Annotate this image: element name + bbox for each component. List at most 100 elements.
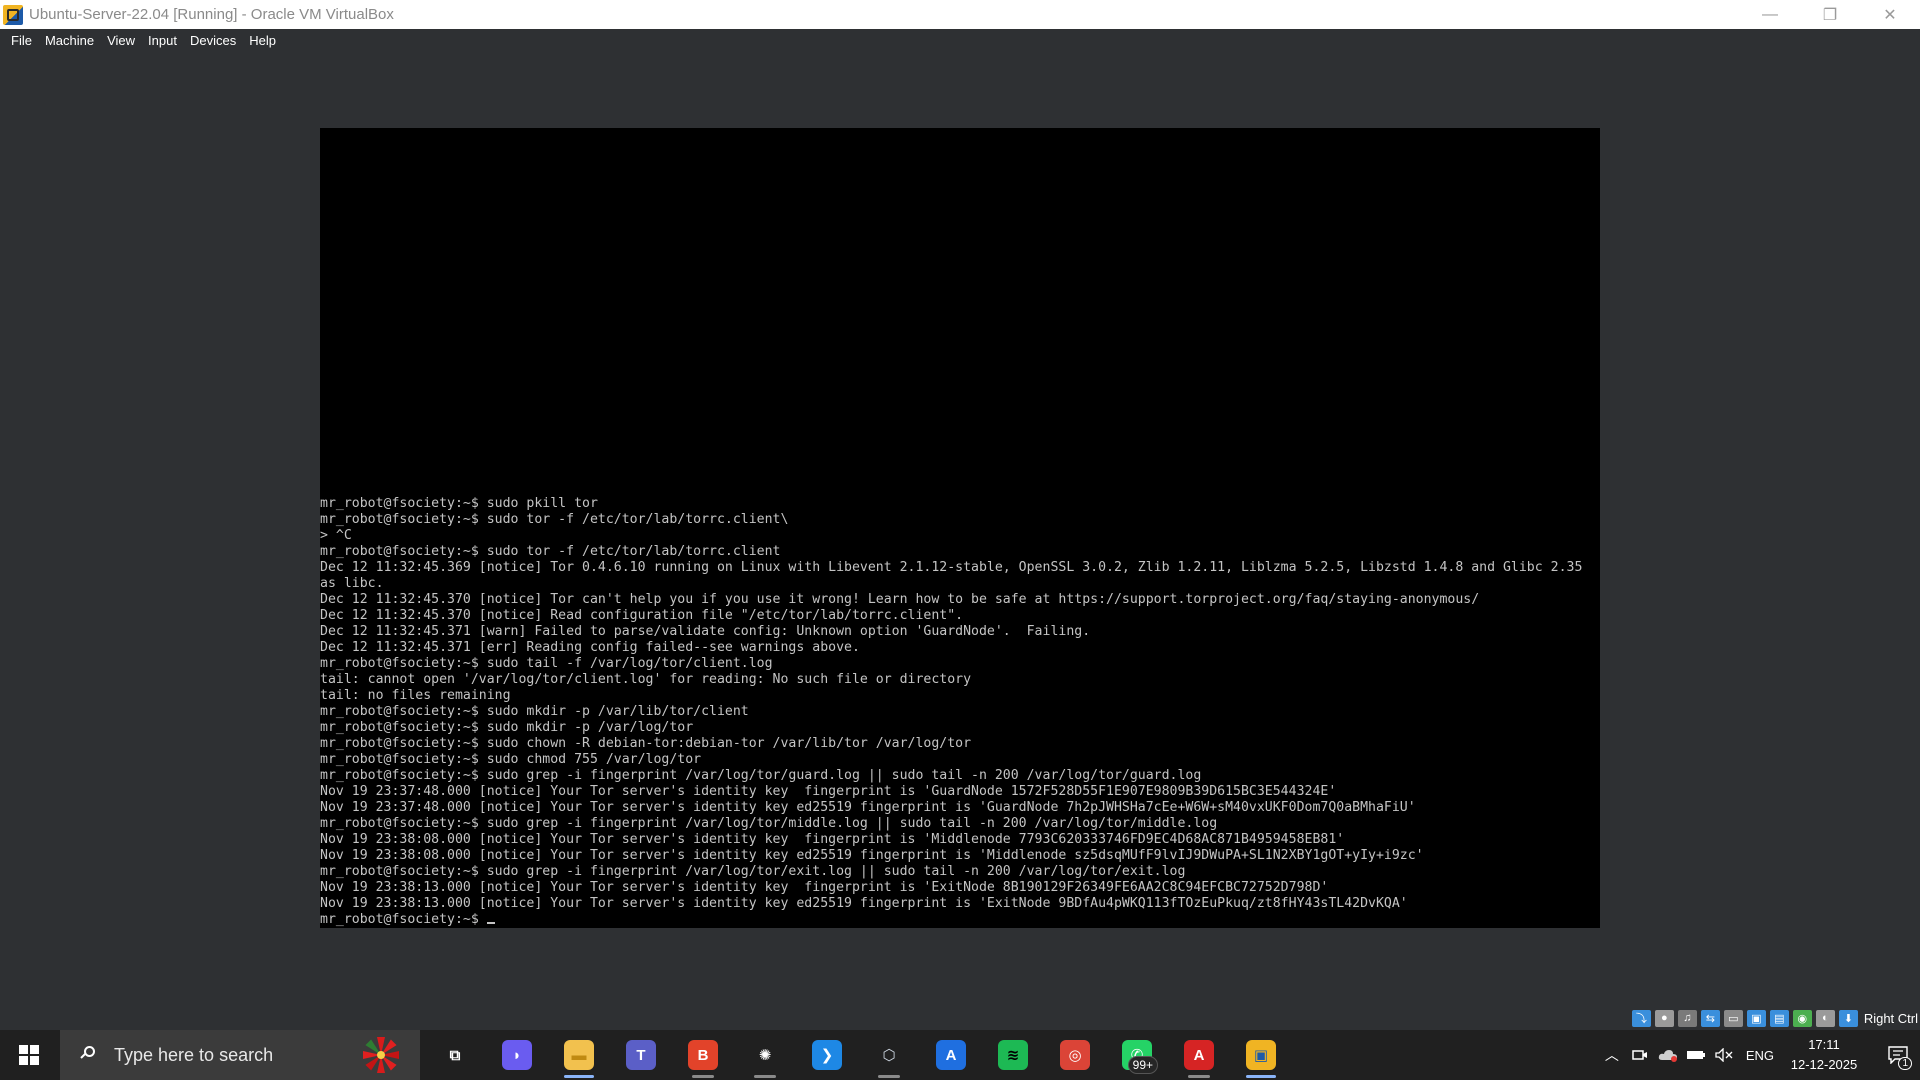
console-line: Dec 12 11:32:45.370 [notice] Tor can't h… [320, 592, 1480, 607]
taskbar-app-virtualbox-vm[interactable]: ▣ [1230, 1030, 1292, 1080]
task-view-icon: ⧉ [449, 1046, 461, 1064]
console-line: > ^C [320, 528, 352, 543]
terminal-console[interactable]: mr_robot@fsociety:~$ sudo pkill tor mr_ro… [320, 496, 1600, 928]
taskbar-app-whatsapp[interactable]: ✆99+ [1106, 1030, 1168, 1080]
copilot-icon: ◗ [502, 1040, 532, 1070]
clock-date: 12-12-2025 [1790, 1057, 1858, 1072]
hard-disk-icon[interactable]: ⤵ [1631, 1009, 1651, 1027]
search-placeholder: Type here to search [114, 1044, 274, 1065]
minimize-button[interactable]: — [1740, 0, 1800, 29]
console-line: Nov 19 23:37:48.000 [notice] Your Tor se… [320, 800, 1416, 815]
audio-icon[interactable]: ♫ [1677, 1009, 1697, 1027]
window-title-bar[interactable]: Ubuntu-Server-22.04 [Running] - Oracle V… [0, 0, 1920, 29]
show-hidden-icons-chevron-icon[interactable]: ︿ [1600, 1030, 1624, 1080]
spotify-icon: ≋ [998, 1040, 1028, 1070]
host-key-label: Right Ctrl [1863, 1010, 1918, 1026]
console-line: tail: cannot open '/var/log/tor/client.l… [320, 672, 972, 687]
console-line: mr_robot@fsociety:~$ sudo tor -f /etc/to… [320, 544, 781, 559]
app-store-icon: A [936, 1040, 966, 1070]
console-line: mr_robot@fsociety:~$ sudo grep -i finger… [320, 816, 1218, 831]
teams-icon: T [626, 1040, 656, 1070]
acrobat-icon: A [1184, 1040, 1214, 1070]
recording-icon[interactable]: ◉ [1792, 1009, 1812, 1027]
poinsettia-icon [363, 1037, 399, 1073]
console-line: as libc. [320, 576, 384, 591]
vscode-icon: ❯ [812, 1040, 842, 1070]
menu-input[interactable]: Input [143, 33, 185, 48]
virtualbox-icon: ⬡ [882, 1047, 896, 1064]
taskbar-app-file-explorer[interactable]: ▬ [548, 1030, 610, 1080]
console-line: Dec 12 11:32:45.371 [err] Reading config… [320, 640, 860, 655]
taskbar-app-acrobat[interactable]: A [1168, 1030, 1230, 1080]
menu-machine[interactable]: Machine [40, 33, 102, 48]
system-tray: ︿ ENG 17:11 12-12-2025 1 [1598, 1030, 1920, 1080]
console-line: tail: no files remaining [320, 688, 511, 703]
keyboard-capture-icon[interactable]: ⬇ [1838, 1009, 1858, 1027]
close-button[interactable]: ✕ [1860, 0, 1920, 29]
virtualbox-vm-icon: ▣ [1246, 1040, 1276, 1070]
menu-file[interactable]: File [6, 33, 40, 48]
console-line: mr_robot@fsociety:~$ sudo chmod 755 /var… [320, 752, 702, 767]
console-line: mr_robot@fsociety:~$ sudo grep -i finger… [320, 768, 1202, 783]
taskbar-app-chatgpt[interactable]: ✺ [734, 1030, 796, 1080]
taskbar-app-chrome[interactable]: ◎ [1044, 1030, 1106, 1080]
start-button[interactable] [0, 1030, 58, 1080]
console-line: mr_robot@fsociety:~$ sudo grep -i finger… [320, 864, 1186, 879]
search-icon [80, 1046, 98, 1064]
console-line: mr_robot@fsociety:~$ sudo mkdir -p /var/… [320, 704, 749, 719]
chatgpt-icon: ✺ [758, 1047, 772, 1064]
mouse-integration-icon[interactable]: ◐ [1815, 1009, 1835, 1027]
restore-button[interactable]: ❐ [1800, 0, 1860, 29]
console-line: Dec 12 11:32:45.370 [notice] Read config… [320, 608, 964, 623]
menu-devices[interactable]: Devices [185, 33, 244, 48]
taskbar-app-copilot[interactable]: ◗ [486, 1030, 548, 1080]
notification-count-badge: 1 [1898, 1057, 1912, 1070]
language-indicator[interactable]: ENG [1746, 1048, 1774, 1063]
network-icon[interactable]: ⇆ [1700, 1009, 1720, 1027]
taskbar-app-vscode[interactable]: ❯ [796, 1030, 858, 1080]
brave-icon: B [688, 1040, 718, 1070]
console-line: mr_robot@fsociety:~$ sudo tail -f /var/l… [320, 656, 773, 671]
menu-view[interactable]: View [102, 33, 143, 48]
vm-display[interactable]: mr_robot@fsociety:~$ sudo pkill tor mr_ro… [320, 128, 1600, 928]
file-explorer-icon: ▬ [564, 1040, 594, 1070]
console-line: Nov 19 23:38:13.000 [notice] Your Tor se… [320, 896, 1408, 911]
meet-now-icon[interactable] [1628, 1030, 1652, 1080]
taskbar-app-task-view[interactable]: ⧉ [424, 1030, 486, 1080]
console-prompt: mr_robot@fsociety:~$ [320, 912, 487, 927]
menu-help[interactable]: Help [244, 33, 284, 48]
taskbar-search-box[interactable]: Type here to search [60, 1030, 420, 1080]
optical-drive-icon[interactable]: ● [1654, 1009, 1674, 1027]
clock[interactable]: 17:11 12-12-2025 [1784, 1035, 1864, 1075]
window-controls: — ❐ ✕ [1740, 0, 1920, 29]
console-line: mr_robot@fsociety:~$ sudo tor -f /etc/to… [320, 512, 789, 527]
taskbar-app-brave[interactable]: B [672, 1030, 734, 1080]
shared-folders-icon[interactable]: ▣ [1746, 1009, 1766, 1027]
virtualbox-app-icon [3, 4, 23, 25]
taskbar-app-spotify[interactable]: ≋ [982, 1030, 1044, 1080]
vbox-status-bar: ⤵ ● ♫ ⇆ ▭ ▣ ▤ ◉ ◐ ⬇ Right Ctrl [1631, 1006, 1920, 1030]
usb-icon[interactable]: ▭ [1723, 1009, 1743, 1027]
taskbar-app-teams[interactable]: T [610, 1030, 672, 1080]
notification-center-button[interactable]: 1 [1876, 1030, 1920, 1080]
menu-bar: File Machine View Input Devices Help [0, 29, 1920, 51]
onedrive-icon[interactable] [1656, 1030, 1680, 1080]
console-line: mr_robot@fsociety:~$ sudo mkdir -p /var/… [320, 720, 694, 735]
display-icon[interactable]: ▤ [1769, 1009, 1789, 1027]
pinned-apps: ⧉ ◗ ▬ T B ✺ ❯ ⬡ A ≋ ◎ ✆99+ A ▣ [424, 1030, 1292, 1080]
console-line: Nov 19 23:38:08.000 [notice] Your Tor se… [320, 832, 1345, 847]
console-line: mr_robot@fsociety:~$ sudo pkill tor [320, 496, 598, 511]
console-line: Dec 12 11:32:45.371 [warn] Failed to par… [320, 624, 1091, 639]
console-line: Dec 12 11:32:45.369 [notice] Tor 0.4.6.1… [320, 560, 1583, 575]
taskbar-app-virtualbox[interactable]: ⬡ [858, 1030, 920, 1080]
chrome-icon: ◎ [1060, 1040, 1090, 1070]
window-title: Ubuntu-Server-22.04 [Running] - Oracle V… [29, 6, 394, 23]
console-line: mr_robot@fsociety:~$ sudo chown -R debia… [320, 736, 972, 751]
windows-logo-icon [19, 1045, 39, 1065]
battery-icon[interactable] [1684, 1030, 1708, 1080]
volume-muted-icon[interactable] [1712, 1030, 1736, 1080]
taskbar-app-app-store[interactable]: A [920, 1030, 982, 1080]
clock-time: 17:11 [1808, 1037, 1840, 1052]
console-line: Nov 19 23:38:08.000 [notice] Your Tor se… [320, 848, 1424, 863]
console-prompt-line[interactable]: mr_robot@fsociety:~$ [320, 912, 1600, 928]
